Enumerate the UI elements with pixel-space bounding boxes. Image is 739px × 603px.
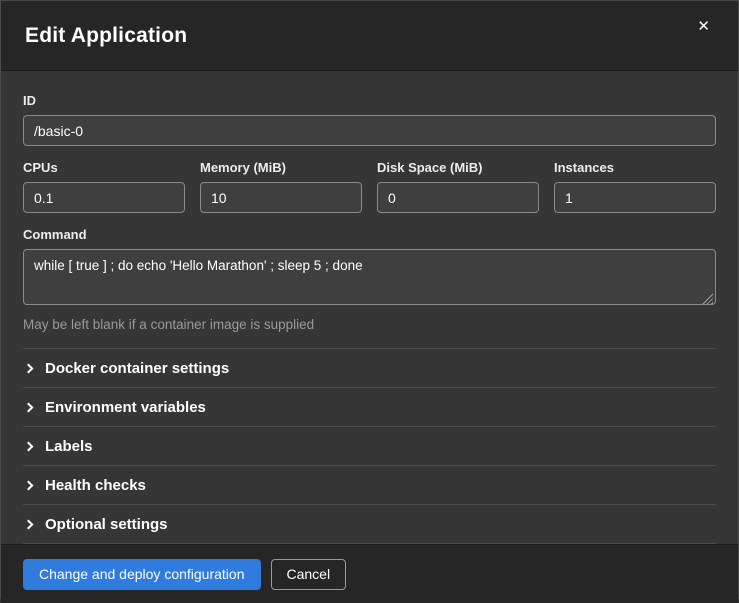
modal-footer: Change and deploy configuration Cancel [1, 544, 738, 603]
section-optional-settings[interactable]: Optional settings [23, 505, 716, 544]
section-label: Environment variables [45, 399, 206, 416]
instances-input[interactable] [554, 182, 716, 213]
section-environment-variables[interactable]: Environment variables [23, 388, 716, 427]
section-labels[interactable]: Labels [23, 427, 716, 466]
id-input[interactable] [23, 115, 716, 146]
chevron-right-icon [24, 520, 34, 530]
section-label: Docker container settings [45, 360, 229, 377]
chevron-right-icon [24, 442, 34, 452]
modal-title: Edit Application [25, 24, 187, 48]
resources-input-row [23, 182, 716, 213]
section-health-checks[interactable]: Health checks [23, 466, 716, 505]
collapsible-sections: Docker container settings Environment va… [23, 348, 716, 544]
section-docker-container-settings[interactable]: Docker container settings [23, 349, 716, 388]
section-label: Labels [45, 438, 93, 455]
cpus-label: CPUs [23, 160, 185, 175]
section-label: Health checks [45, 477, 146, 494]
chevron-right-icon [24, 403, 34, 413]
chevron-right-icon [24, 364, 34, 374]
modal-body: ID CPUs Memory (MiB) Disk Space (MiB) In… [1, 71, 738, 544]
command-help-text: May be left blank if a container image i… [23, 317, 716, 332]
cancel-button[interactable]: Cancel [271, 559, 347, 590]
id-label: ID [23, 93, 716, 108]
edit-application-modal: Edit Application ✕ ID CPUs Memory (MiB) … [0, 0, 739, 599]
change-and-deploy-button[interactable]: Change and deploy configuration [23, 559, 261, 590]
resources-label-row: CPUs Memory (MiB) Disk Space (MiB) Insta… [23, 146, 716, 182]
command-label: Command [23, 227, 716, 242]
instances-label: Instances [554, 160, 716, 175]
disk-label: Disk Space (MiB) [377, 160, 539, 175]
close-icon[interactable]: ✕ [693, 15, 714, 38]
command-textarea[interactable]: while [ true ] ; do echo 'Hello Marathon… [23, 249, 716, 305]
chevron-right-icon [24, 481, 34, 491]
memory-label: Memory (MiB) [200, 160, 362, 175]
cpus-input[interactable] [23, 182, 185, 213]
command-field: while [ true ] ; do echo 'Hello Marathon… [23, 249, 716, 310]
disk-input[interactable] [377, 182, 539, 213]
modal-header: Edit Application ✕ [1, 1, 738, 71]
section-label: Optional settings [45, 516, 168, 533]
memory-input[interactable] [200, 182, 362, 213]
